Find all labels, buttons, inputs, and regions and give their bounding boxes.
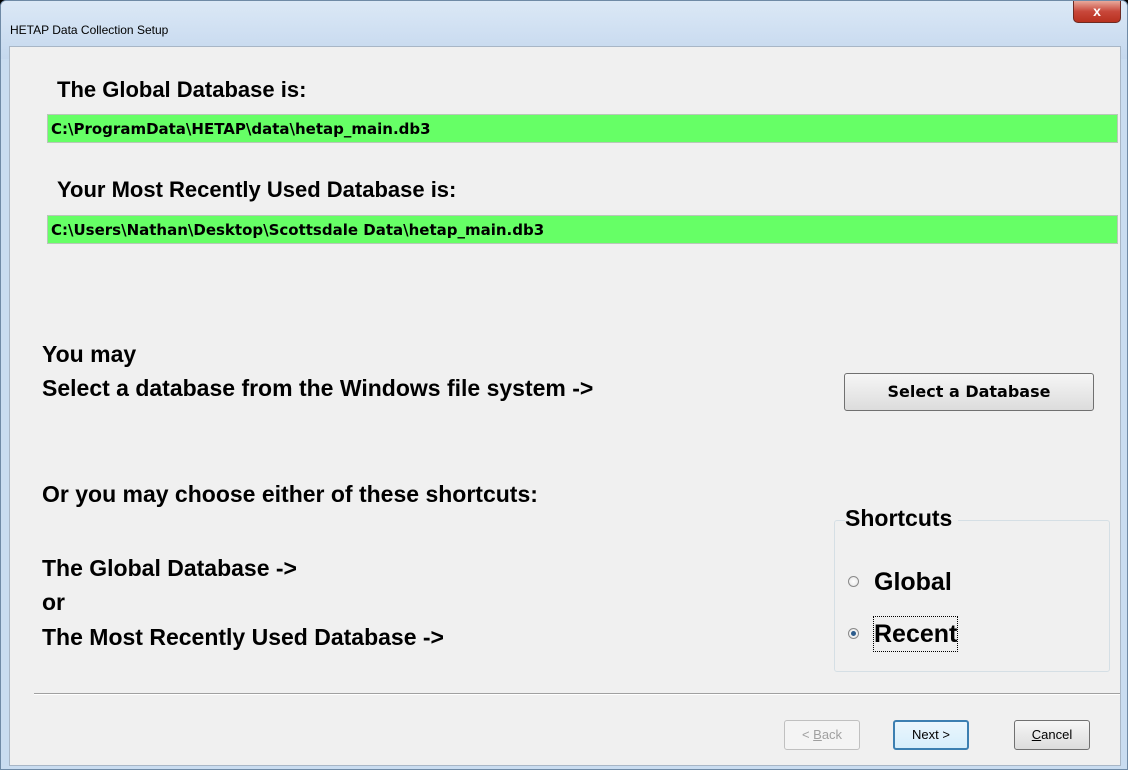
shortcuts-intro-text: Or you may choose either of these shortc… xyxy=(42,481,538,507)
recent-database-heading: Your Most Recently Used Database is: xyxy=(57,177,457,202)
global-radio-button[interactable] xyxy=(848,576,859,587)
cancel-button[interactable]: Cancel xyxy=(1014,720,1090,750)
bottom-separator xyxy=(34,693,1120,695)
close-icon: x xyxy=(1093,3,1101,19)
cancel-button-accel: C xyxy=(1031,727,1042,742)
you-may-text: You may xyxy=(42,341,137,367)
back-button-prefix: < xyxy=(801,727,814,742)
back-button-accel: B xyxy=(813,727,822,742)
next-button[interactable]: Next > xyxy=(893,720,969,750)
dialog-client-area: The Global Database is: C:\ProgramData\H… xyxy=(9,46,1121,766)
recent-database-path: C:\Users\Nathan\Desktop\Scottsdale Data\… xyxy=(47,215,1118,244)
recent-radio-label[interactable]: Recent xyxy=(872,616,959,652)
shortcuts-group-title: Shortcuts xyxy=(845,505,959,532)
window-title: HETAP Data Collection Setup xyxy=(10,23,169,37)
global-database-path: C:\ProgramData\HETAP\data\hetap_main.db3 xyxy=(47,114,1118,143)
recent-shortcut-text: The Most Recently Used Database -> xyxy=(42,624,444,650)
global-radio-label[interactable]: Global xyxy=(874,565,952,599)
select-instruction-text: Select a database from the Windows file … xyxy=(42,375,594,401)
global-database-heading: The Global Database is: xyxy=(57,77,307,102)
global-shortcut-text: The Global Database -> xyxy=(42,555,297,581)
or-text: or xyxy=(42,589,65,615)
back-button[interactable]: < Back xyxy=(784,720,860,750)
setup-window: HETAP Data Collection Setup x The Global… xyxy=(0,0,1128,770)
select-database-button[interactable]: Select a Database xyxy=(844,373,1094,411)
recent-radio-button[interactable] xyxy=(848,628,859,639)
back-button-rest: ack xyxy=(821,727,843,742)
cancel-button-rest: ancel xyxy=(1041,727,1073,742)
close-button[interactable]: x xyxy=(1073,1,1121,23)
